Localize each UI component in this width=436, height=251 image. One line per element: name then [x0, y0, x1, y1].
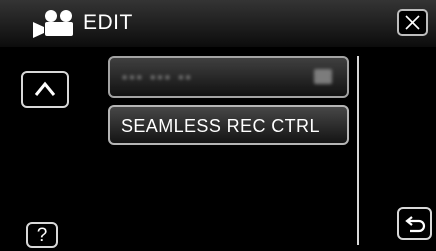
blurred-badge-icon: [314, 69, 332, 84]
page-title: EDIT: [83, 11, 133, 34]
close-x-icon: [405, 15, 420, 30]
title-bar: EDIT: [0, 0, 436, 47]
help-button[interactable]: ?: [26, 222, 58, 248]
menu-item-obscured[interactable]: ▪▪▪ ▪▪▪ ▪▪: [108, 56, 349, 98]
scroll-up-button[interactable]: [21, 71, 69, 108]
video-camera-icon: [33, 10, 73, 38]
menu-item-seamless-rec-ctrl[interactable]: SEAMLESS REC CTRL: [108, 105, 349, 145]
menu-item-label: ▪▪▪ ▪▪▪ ▪▪: [122, 69, 193, 86]
return-button[interactable]: [397, 207, 432, 240]
help-label: ?: [36, 225, 48, 246]
menu-item-label: SEAMLESS REC CTRL: [121, 116, 320, 136]
scrollbar[interactable]: [357, 56, 359, 245]
return-arrow-icon: [405, 216, 426, 233]
chevron-up-icon: [34, 81, 56, 96]
close-button[interactable]: [397, 9, 428, 36]
